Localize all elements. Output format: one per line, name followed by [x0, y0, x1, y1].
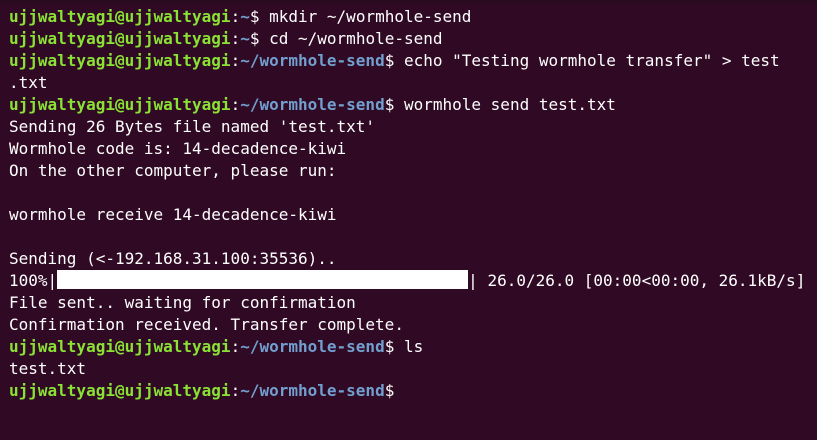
command-text-wrapped: .txt [9, 73, 48, 92]
input-cursor[interactable] [394, 380, 395, 396]
output-text: Confirmation received. Transfer complete… [9, 315, 404, 334]
terminal-line-mkdir: ujjwaltyagi@ujjwaltyagi:~$ mkdir ~/wormh… [9, 6, 817, 28]
terminal-line-echo-wrap: .txt [9, 72, 817, 94]
output-sending-file: Sending 26 Bytes file named 'test.txt' [9, 116, 817, 138]
output-text: File sent.. waiting for confirmation [9, 293, 356, 312]
prompt-user-host: ujjwaltyagi@ujjwaltyagi [9, 337, 231, 356]
prompt-dollar: $ [384, 337, 395, 356]
prompt-colon: : [230, 95, 241, 114]
command-text: wormhole send test.txt [394, 95, 616, 114]
output-text: On the other computer, please run: [9, 161, 337, 180]
prompt-path: ~ [240, 29, 250, 48]
prompt-path: ~ [240, 7, 250, 26]
output-text: test.txt [9, 359, 87, 378]
terminal-line-echo: ujjwaltyagi@ujjwaltyagi:~/wormhole-send$… [9, 50, 817, 72]
prompt-dollar: $ [384, 381, 395, 400]
command-text: echo "Testing wormhole transfer" > test [394, 51, 780, 70]
prompt-colon: : [230, 29, 241, 48]
progress-bar [57, 270, 469, 289]
progress-stats: | 26.0/26.0 [00:00<00:00, 26.1kB/s] [468, 271, 806, 290]
command-text: ls [394, 337, 424, 356]
output-wormhole-code: Wormhole code is: 14-decadence-kiwi [9, 138, 817, 160]
window-top-edge [0, 0, 817, 4]
prompt-colon: : [230, 337, 241, 356]
prompt-user-host: ujjwaltyagi@ujjwaltyagi [9, 29, 231, 48]
output-text: wormhole receive 14-decadence-kiwi [9, 205, 337, 224]
terminal-line-cd: ujjwaltyagi@ujjwaltyagi:~$ cd ~/wormhole… [9, 28, 817, 50]
prompt-dollar: $ [384, 51, 395, 70]
output-confirmation: Confirmation received. Transfer complete… [9, 314, 817, 336]
prompt-user-host: ujjwaltyagi@ujjwaltyagi [9, 95, 231, 114]
terminal-line-current-prompt[interactable]: ujjwaltyagi@ujjwaltyagi:~/wormhole-send$ [9, 380, 817, 402]
output-file-sent: File sent.. waiting for confirmation [9, 292, 817, 314]
output-instruction: On the other computer, please run: [9, 160, 817, 182]
terminal-output[interactable]: ujjwaltyagi@ujjwaltyagi:~$ mkdir ~/wormh… [9, 6, 817, 402]
terminal-line-ls: ujjwaltyagi@ujjwaltyagi:~/wormhole-send$… [9, 336, 817, 358]
prompt-colon: : [230, 7, 241, 26]
output-receive-command: wormhole receive 14-decadence-kiwi [9, 204, 817, 226]
prompt-path: ~/wormhole-send [240, 381, 385, 400]
output-ls-result: test.txt [9, 358, 817, 380]
prompt-colon: : [230, 381, 241, 400]
output-text: Sending (<-192.168.31.100:35536).. [9, 249, 337, 268]
prompt-user-host: ujjwaltyagi@ujjwaltyagi [9, 7, 231, 26]
output-text: Wormhole code is: 14-decadence-kiwi [9, 139, 347, 158]
command-text: mkdir ~/wormhole-send [259, 7, 472, 26]
output-progress: 100%| | 26.0/26.0 [00:00<00:00, 26.1kB/s] [9, 270, 817, 292]
output-sending-address: Sending (<-192.168.31.100:35536).. [9, 248, 817, 270]
prompt-dollar: $ [384, 95, 395, 114]
command-text: cd ~/wormhole-send [259, 29, 443, 48]
prompt-user-host: ujjwaltyagi@ujjwaltyagi [9, 381, 231, 400]
prompt-colon: : [230, 51, 241, 70]
prompt-path: ~/wormhole-send [240, 95, 385, 114]
terminal-line-send: ujjwaltyagi@ujjwaltyagi:~/wormhole-send$… [9, 94, 817, 116]
output-text: Sending 26 Bytes file named 'test.txt' [9, 117, 376, 136]
progress-percent-label: 100%| [9, 271, 58, 290]
prompt-path: ~/wormhole-send [240, 337, 385, 356]
prompt-user-host: ujjwaltyagi@ujjwaltyagi [9, 51, 231, 70]
prompt-path: ~/wormhole-send [240, 51, 385, 70]
